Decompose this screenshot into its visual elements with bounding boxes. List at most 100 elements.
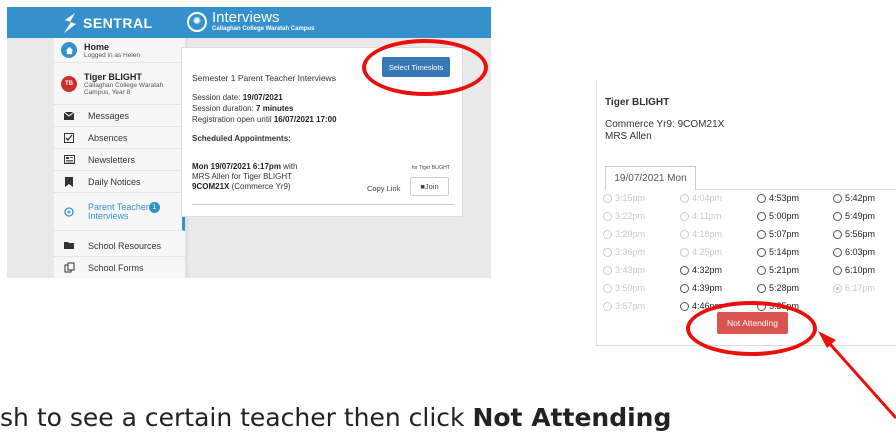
- page-title: Interviews: [212, 9, 280, 26]
- timeslot-option[interactable]: 5:00pm: [757, 211, 799, 221]
- radio-icon: [757, 229, 766, 239]
- brand-name: SENTRAL: [83, 15, 153, 31]
- sidebar-item-daily-notices[interactable]: Daily Notices: [54, 171, 185, 193]
- appointment-teacher: MRS Allen for Tiger BLIGHT: [192, 172, 293, 181]
- student-name: Tiger BLIGHT: [84, 71, 142, 82]
- appointment-class: 9COM21X (Commerce Yr9): [192, 182, 291, 191]
- timeslot-label: 5:28pm: [769, 283, 800, 293]
- timeslot-label: 3:29pm: [615, 229, 646, 239]
- radio-icon: [833, 211, 842, 221]
- forms-icon: [60, 259, 78, 277]
- student-name: Tiger BLIGHT: [605, 97, 670, 108]
- radio-icon: [757, 211, 766, 221]
- interview-heading: Semester 1 Parent Teacher Interviews: [192, 73, 336, 83]
- timeslot-option[interactable]: 5:21pm: [757, 265, 799, 275]
- timeslot-label: 4:39pm: [692, 283, 723, 293]
- timeslot-label: 4:32pm: [692, 265, 723, 275]
- timeslot-label: 3:43pm: [615, 265, 646, 275]
- timeslot-label: 3:22pm: [615, 211, 646, 221]
- notification-badge: 1: [149, 201, 160, 213]
- timeslot-option[interactable]: 6:10pm: [833, 265, 875, 275]
- scheduled-heading: Scheduled Appointments:: [192, 134, 291, 143]
- timeslot-label: 3:15pm: [615, 193, 646, 203]
- radio-icon: [757, 265, 766, 275]
- class-line: Commerce Yr9: 9COM21X: [605, 119, 725, 130]
- timeslot-option: 6:17pm: [833, 283, 875, 293]
- timeslot-option: 3:43pm: [603, 265, 645, 275]
- radio-icon: [603, 247, 612, 257]
- not-attending-emphasis: Not Attending: [472, 403, 672, 432]
- radio-icon: [680, 247, 689, 257]
- sidebar: Home Logged in as Helen TB Tiger BLIGHT …: [54, 38, 188, 278]
- timeslot-option: 4:11pm: [680, 211, 721, 221]
- sidebar-item-label: Messages: [88, 110, 130, 121]
- radio-icon: [603, 283, 612, 293]
- session-date-line: Session date: 19/07/2021: [192, 93, 283, 102]
- sidebar-item-newsletters[interactable]: Newsletters: [54, 149, 185, 171]
- timeslot-option[interactable]: 5:56pm: [833, 229, 875, 239]
- sidebar-item-label: School Resources: [88, 240, 162, 251]
- timeslot-label: 5:42pm: [845, 193, 876, 203]
- timeslot-label: 5:21pm: [769, 265, 800, 275]
- sentral-logo-icon: [61, 12, 79, 34]
- radio-icon: [833, 229, 842, 239]
- highlight-oval-select-timeslots: [362, 39, 488, 96]
- timeslot-label: 4:53pm: [769, 193, 800, 203]
- timeslot-option[interactable]: 5:28pm: [757, 283, 799, 293]
- timeslot-option[interactable]: 5:07pm: [757, 229, 799, 239]
- timeslot-label: 4:25pm: [692, 247, 723, 257]
- sidebar-item-absences[interactable]: Absences: [54, 127, 185, 149]
- sidebar-item-label: Absences: [88, 132, 128, 143]
- timeslot-label: 4:11pm: [692, 211, 722, 221]
- checkbox-icon: [60, 129, 78, 147]
- bookmark-icon: [60, 173, 78, 191]
- sidebar-item-messages[interactable]: Messages: [54, 105, 185, 127]
- radio-icon: [833, 283, 842, 293]
- radio-icon: [833, 265, 842, 275]
- timeslot-label: 4:04pm: [692, 193, 723, 203]
- timeslot-option: 3:29pm: [603, 229, 645, 239]
- timeslot-option: 3:15pm: [603, 193, 645, 203]
- date-tab[interactable]: 19/07/2021 Mon: [605, 166, 696, 190]
- timeslot-option[interactable]: 4:53pm: [757, 193, 799, 203]
- home-icon: [61, 42, 77, 58]
- sidebar-item-label: Newsletters: [88, 154, 136, 165]
- timeslot-option: 3:22pm: [603, 211, 645, 221]
- radio-icon: [833, 193, 842, 203]
- timeslot-label: 4:18pm: [692, 229, 723, 239]
- radio-icon: [680, 265, 689, 275]
- timeslot-option[interactable]: 5:49pm: [833, 211, 875, 221]
- sidebar-item-parent-teacher-interviews[interactable]: Parent Teacher Interviews 1: [54, 193, 185, 231]
- radio-icon: [680, 283, 689, 293]
- appointment-time: Mon 19/07/2021 6:17pm with: [192, 162, 298, 171]
- timeslot-option[interactable]: 5:14pm: [757, 247, 799, 257]
- student-school: Callaghan College Waratah: [84, 81, 164, 89]
- sentral-logo[interactable]: SENTRAL: [61, 11, 153, 35]
- sidebar-item-home[interactable]: Home Logged in as Helen: [54, 38, 185, 63]
- session-duration-line: Session duration: 7 minutes: [192, 104, 294, 113]
- radio-icon: [680, 193, 689, 203]
- sidebar-item-school-resources[interactable]: School Resources: [54, 235, 185, 257]
- join-button[interactable]: ■Join: [410, 177, 449, 196]
- radio-icon: [603, 229, 612, 239]
- timeslot-option[interactable]: 5:42pm: [833, 193, 875, 203]
- timeslot-label: 3:36pm: [615, 247, 646, 257]
- timeslot-option[interactable]: 6:03pm: [833, 247, 875, 257]
- copy-link[interactable]: Copy Link: [367, 184, 400, 193]
- sidebar-item-student[interactable]: TB Tiger BLIGHT Callaghan College Warata…: [54, 63, 185, 105]
- logged-in-text: Logged in as Helen: [84, 51, 141, 59]
- timeslot-label: 5:56pm: [845, 229, 876, 239]
- timeslot-option: 3:36pm: [603, 247, 645, 257]
- timeslot-option[interactable]: 4:39pm: [680, 283, 722, 293]
- timeslot-option: 3:57pm: [603, 301, 645, 311]
- timeslot-label: 6:03pm: [845, 247, 876, 257]
- timeslot-option[interactable]: 4:32pm: [680, 265, 722, 275]
- radio-icon: [757, 247, 766, 257]
- radio-icon: [603, 301, 612, 311]
- folder-icon: [60, 237, 78, 255]
- sidebar-item-school-forms[interactable]: School Forms: [54, 257, 185, 278]
- registration-line: Registration open until 16/07/2021 17:00: [192, 115, 337, 124]
- timeslot-label: 6:17pm: [845, 283, 876, 293]
- timeslot-option: 4:18pm: [680, 229, 722, 239]
- instruction-caption: sh to see a certain teacher then click N…: [0, 403, 672, 432]
